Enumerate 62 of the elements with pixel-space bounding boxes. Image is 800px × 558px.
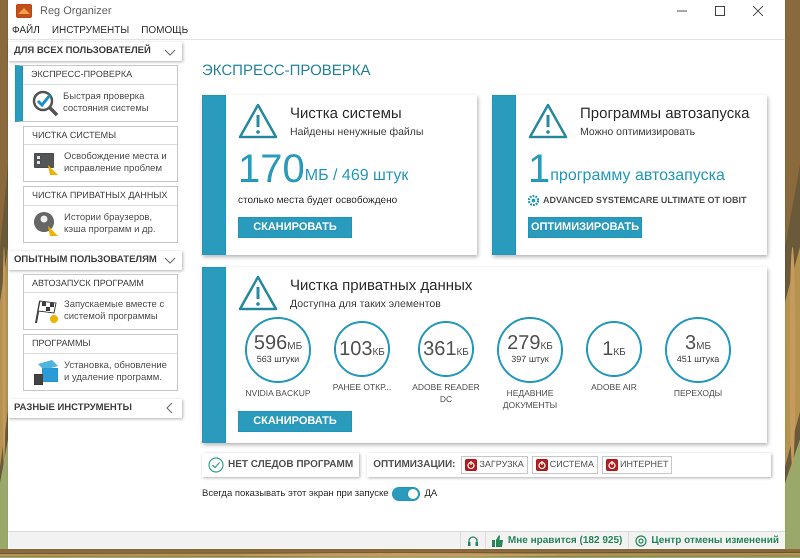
item-count: 397 штук xyxy=(511,353,549,366)
size-value: 3МБ xyxy=(684,333,712,353)
size-value: 279КБ xyxy=(507,333,553,353)
size-value: 1КБ xyxy=(602,338,626,359)
menu-item[interactable]: ФАЙЛ xyxy=(12,23,40,38)
card-title: Чистка системы xyxy=(290,104,403,124)
item-count: 563 штуки xyxy=(256,353,300,366)
sidebar-item[interactable]: ЧИСТКА ПРИВАТНЫХ ДАННЫХ Истории браузеров, кэша программ и др. xyxy=(23,186,178,242)
section-header[interactable]: РАЗНЫЕ ИНСТРУМЕНТЫ xyxy=(8,398,182,418)
item-count: 451 штука xyxy=(676,353,720,366)
card-subtitle: Найдены ненужные файлы xyxy=(290,125,424,140)
section-header[interactable]: ДЛЯ ВСЕХ ПОЛЬЗОВАТЕЛЕЙ xyxy=(8,42,182,61)
warning-icon xyxy=(238,102,278,138)
warning-icon xyxy=(238,274,278,310)
card-title: Программы автозапуска xyxy=(580,104,750,124)
gear-icon xyxy=(528,195,539,206)
box-trash-icon xyxy=(32,358,60,386)
privacy-broom-icon xyxy=(32,210,60,238)
size-value: 596МБ xyxy=(254,333,302,353)
item-label: РАНЕЕ ОТКР... xyxy=(332,380,392,393)
thumbs-up-icon xyxy=(492,534,504,546)
card-title: Чистка приватных данных xyxy=(290,276,472,296)
card-note: столько места будет освобождено xyxy=(238,194,398,208)
section-header[interactable]: ОПЫТНЫМ ПОЛЬЗОВАТЕЛЯМ xyxy=(8,250,182,270)
optimization-button[interactable]: СИСТЕМА xyxy=(532,456,598,474)
item-label: ADOBE AIR xyxy=(591,380,637,393)
warning-icon xyxy=(528,102,568,138)
optimization-button[interactable]: ЗАГРУЗКА xyxy=(461,456,528,474)
item-label: НЕДАВНИЕ ДОКУМЕНТЫ xyxy=(502,386,558,411)
toggle-value: ДА xyxy=(424,486,438,500)
startup-toggle[interactable] xyxy=(392,486,420,501)
check-circle-icon xyxy=(208,456,224,472)
big-number-unit: программу автозапуска xyxy=(550,166,725,186)
program-name: ADVANCED SYSTEMCARE ULTIMATE ОТ IOBIT xyxy=(543,194,746,207)
no-traces-button[interactable]: НЕТ СЛЕДОВ ПРОГРАММ xyxy=(202,452,360,476)
size-value: 361КБ xyxy=(423,338,469,359)
card-subtitle: Доступна для таких элементов xyxy=(290,297,442,312)
menu-item[interactable]: ИНСТРУМЕНТЫ xyxy=(52,23,130,38)
close-icon xyxy=(753,6,763,16)
menu-item[interactable]: ПОМОЩЬ xyxy=(141,23,188,38)
item-label: NVIDIA BACKUP xyxy=(245,386,311,399)
big-number-unit: МБ / 469 штук xyxy=(304,166,408,186)
size-value: 103КБ xyxy=(339,338,385,359)
sidebar-item[interactable]: ЭКСПРЕСС-ПРОВЕРКА Быстрая проверка состояния системы xyxy=(15,65,178,122)
page-title: ЭКСПРЕСС-ПРОВЕРКА xyxy=(202,61,372,81)
big-number: 170 xyxy=(238,148,305,189)
maximize-icon xyxy=(715,6,725,16)
headset-icon[interactable] xyxy=(466,534,479,546)
item-label: ПЕРЕХОДЫ xyxy=(674,386,722,399)
optimizations-label: ОПТИМИЗАЦИИ: xyxy=(373,458,456,472)
target-icon xyxy=(635,534,648,546)
sidebar-item[interactable]: АВТОЗАПУСК ПРОГРАММ Запускаемые вместе с системой программы xyxy=(23,274,178,330)
magnifier-check-icon xyxy=(31,88,59,116)
window-title: Reg Organizer xyxy=(40,4,112,19)
app-logo-icon xyxy=(16,4,32,18)
card-subtitle: Можно оптимизировать xyxy=(580,125,696,140)
startup-label: Всегда показывать этот экран при запуске xyxy=(202,486,388,500)
sidebar-item[interactable]: ПРОГРАММЫ Установка, обновление и удаление программ. xyxy=(23,334,178,390)
sidebar-item[interactable]: ЧИСТКА СИСТЕМЫ Освобождение места и исправление проблем xyxy=(23,126,178,182)
big-number: 1 xyxy=(528,148,550,189)
optimization-button[interactable]: ИНТЕРНЕТ xyxy=(602,456,672,474)
item-label: ADOBE READER DC xyxy=(411,380,481,405)
